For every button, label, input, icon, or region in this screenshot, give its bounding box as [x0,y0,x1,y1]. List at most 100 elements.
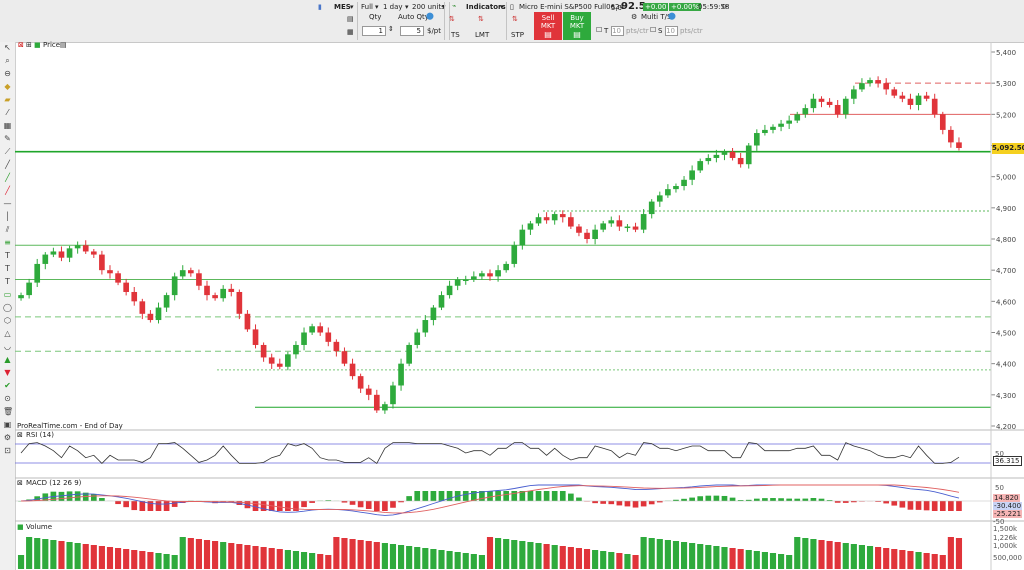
refresh-icon[interactable]: ⟳ [722,3,728,11]
volume-bar [260,547,267,569]
per-point-input[interactable]: 5 [400,26,424,36]
candle-body [74,245,81,249]
qty-stepper-icon[interactable]: ⇕ [388,25,394,33]
macd-panel-close-icon[interactable]: ⊠ [17,479,23,487]
trash-icon[interactable]: 🗑 [3,407,13,416]
arrow-down-icon[interactable]: ▼ [3,368,12,377]
multi-ts-info-icon[interactable]: ⬤ [668,12,676,20]
t-checkbox[interactable]: ☐ [596,26,602,34]
candle-body [859,83,865,90]
candle-body [301,332,307,345]
indicators-dropdown-icon[interactable]: ▾ [500,3,504,11]
pencil-icon[interactable]: ✎ [3,134,12,143]
order-ticket-icon[interactable]: ▤ [347,15,354,23]
rectangle-icon[interactable]: ▭ [3,290,12,299]
alert-icon[interactable]: ⊙ [3,394,12,403]
zoom-out-icon[interactable]: ⊖ [3,69,12,78]
timeframe-dropdown-icon[interactable]: ▾ [405,3,409,11]
ts-order-icon[interactable]: ⇅ [449,15,455,23]
candle-body [341,351,348,364]
buy-order-icon: ▤ [573,30,581,39]
grid-icon[interactable]: ▦ [3,121,12,130]
view-mode-dropdown-icon[interactable]: ▾ [375,3,379,11]
t-points-input[interactable]: 10 [611,26,624,36]
polygon-icon[interactable]: ⬡ [3,316,12,325]
settings-icon[interactable]: ⚙ [3,433,12,442]
text-box-icon[interactable]: T [3,264,12,273]
symbol-dropdown-icon[interactable]: ▾ [350,3,354,11]
channel-icon[interactable]: ⫽ [3,225,12,234]
ellipse-icon[interactable]: ◯ [3,303,12,312]
qty-input[interactable]: 1 [362,26,386,36]
buy-market-button[interactable]: Buy MKT ▤ [563,12,591,40]
trendline-icon[interactable]: ╱ [3,160,12,169]
layers-icon[interactable]: ▣ [3,420,12,429]
rsi-value-tag: 36.315 [993,456,1022,466]
chart-area[interactable]: 5,4005,3005,2005,1005,0004,9004,8004,700… [15,42,1024,570]
vline-icon[interactable]: │ [3,212,12,221]
multi-ts-icon[interactable]: ⚙ [631,13,637,21]
lock-icon[interactable]: ⊡ [3,446,12,455]
volume-bar [317,554,324,569]
price-panel-add-icon[interactable]: ⊞ [26,41,32,49]
fibonacci-icon[interactable]: ≡ [3,238,12,247]
check-icon[interactable]: ✔ [3,381,12,390]
lmt-order-button[interactable]: LMT [475,31,489,39]
volume-bar [664,540,671,569]
indicators-icon[interactable]: ⌁ [452,2,456,10]
red-line-icon[interactable]: ╱ [3,186,12,195]
candle-body [753,133,760,146]
hline-icon[interactable]: — [3,199,12,208]
units-selector[interactable]: 200 units [412,3,445,11]
volume-bar [753,551,760,569]
macd-histogram-bar [648,501,655,505]
horizontal-levels [15,82,991,408]
macd-histogram-bar [713,495,720,501]
candle-body [236,291,243,314]
candle-body [867,80,873,84]
volume-panel-label: Volume [26,523,53,531]
volume-bar [672,541,680,569]
candle-body [956,142,962,148]
ruler-icon[interactable]: ▰ [3,95,12,104]
app-icon[interactable]: ▮ [318,3,322,11]
stp-order-icon[interactable]: ⇅ [512,15,518,23]
volume-bar [939,555,946,569]
view-mode-selector[interactable]: Full [361,3,373,11]
candle-body [802,108,809,115]
volume-bar [26,537,33,569]
auto-qty-toggle-icon[interactable]: ⬤ [426,12,434,20]
volume-bar [470,554,477,569]
rsi-panel-close-icon[interactable]: ⊠ [17,431,23,439]
arrow-up-icon[interactable]: ▲ [3,355,12,364]
sell-market-button[interactable]: Sell MKT ▤ [534,12,562,40]
lmt-order-icon[interactable]: ⇅ [478,15,484,23]
green-line-icon[interactable]: ╱ [3,173,12,182]
cursor-icon[interactable]: ↖ [3,43,12,52]
calculator-icon[interactable]: ▦ [347,28,354,36]
eraser-icon[interactable]: ◆ [3,82,12,91]
symbol-selector[interactable]: MES [334,3,351,11]
measure-icon[interactable]: ⁄ [3,108,12,117]
timeframe-selector[interactable]: 1 day [383,3,403,11]
macd-histogram-bar [770,498,776,501]
volume-bar [446,551,453,569]
volume-bar [50,540,57,569]
note-icon[interactable]: T [3,277,12,286]
text-icon[interactable]: T [3,251,12,260]
stp-order-button[interactable]: STP [511,31,524,39]
volume-bar [357,540,364,569]
zoom-icon[interactable]: ⌕ [3,56,12,65]
macd-histogram-bar [503,491,510,501]
drawing-tools-bar: ↖ ⌕ ⊖ ◆ ▰ ⁄ ▦ ✎ ⟋ ╱ ╱ ╱ — │ ⫽ ≡ T T T ▭ … [0,42,16,570]
s-points-input[interactable]: 10 [665,26,678,36]
cycle-icon[interactable]: ◡ [3,342,12,351]
segment-icon[interactable]: ⟋ [3,147,12,156]
s-checkbox[interactable]: ☐ [650,26,656,34]
price-panel-close-icon[interactable]: ⊠ [18,41,24,49]
triangle-icon[interactable]: △ [3,329,12,338]
change-percent-badge: +0.00% [669,3,702,11]
price-panel-settings-icon[interactable]: ▤ [60,41,67,49]
ts-order-button[interactable]: TS [451,31,460,39]
volume-bar [810,539,817,569]
